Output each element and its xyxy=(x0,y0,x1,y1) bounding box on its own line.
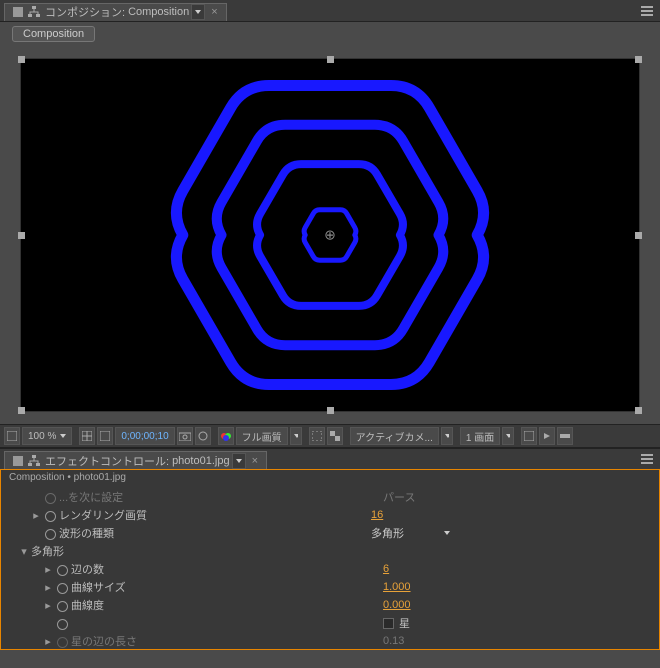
viewmode-dropdown-arrow[interactable] xyxy=(502,427,514,445)
prop-value[interactable]: 16 xyxy=(371,509,383,521)
stopwatch-icon[interactable] xyxy=(56,618,67,629)
stopwatch-icon[interactable] xyxy=(44,510,55,521)
prop-row-curvature: ▸ 曲線度 0.000 xyxy=(1,596,659,614)
comp-tab[interactable]: コンポジション: Composition × xyxy=(4,3,227,21)
flowchart-icon xyxy=(27,455,41,467)
fx-tab-prefix: エフェクトコントロール: xyxy=(45,453,169,469)
prop-value[interactable]: 1.000 xyxy=(383,581,411,593)
panel-menu-icon[interactable] xyxy=(638,451,656,467)
pixel-aspect-icon[interactable] xyxy=(521,427,537,445)
prop-value: 0.13 xyxy=(383,635,404,647)
timeline-icon[interactable] xyxy=(557,427,573,445)
twirl-icon[interactable]: ▾ xyxy=(19,545,29,558)
prop-row-wave-type: ▸波形の種類 多角形 xyxy=(1,524,659,542)
stopwatch-icon[interactable] xyxy=(56,564,67,575)
viewmode-dropdown[interactable]: 1 画面 xyxy=(460,427,500,445)
comp-panel-tabbar: コンポジション: Composition × xyxy=(0,0,660,22)
stopwatch-icon[interactable] xyxy=(44,492,55,503)
mask-icon[interactable] xyxy=(97,427,113,445)
handle-bl[interactable] xyxy=(18,407,25,414)
twirl-icon[interactable]: ▸ xyxy=(43,581,53,594)
prop-row-render-quality: ▸ レンダリング画質 16 xyxy=(1,506,659,524)
twirl-icon[interactable]: ▸ xyxy=(31,509,41,522)
handle-tr[interactable] xyxy=(635,56,642,63)
zoom-dropdown[interactable]: 100 % xyxy=(22,427,72,445)
viewer-canvas[interactable]: ⊕ xyxy=(20,58,640,412)
fx-tab[interactable]: エフェクトコントロール: photo01.jpg × xyxy=(4,451,267,469)
snapshot-icon[interactable] xyxy=(177,427,193,445)
anchor-icon: ⊕ xyxy=(324,227,336,244)
always-preview-icon[interactable] xyxy=(4,427,20,445)
fast-preview-icon[interactable] xyxy=(539,427,555,445)
prop-label: レンダリング画質 xyxy=(59,507,147,523)
comp-tab-prefix: コンポジション: xyxy=(45,4,125,20)
group-label: 多角形 xyxy=(31,543,64,559)
prop-value-dropdown[interactable]: 多角形 xyxy=(371,525,450,541)
twirl-icon[interactable]: ▸ xyxy=(43,563,53,576)
channel-icon[interactable] xyxy=(218,427,234,445)
prop-row-curve-size: ▸ 曲線サイズ 1.000 xyxy=(1,578,659,596)
timecode[interactable]: 0;00;00;10 xyxy=(115,427,174,445)
handle-bm[interactable] xyxy=(327,407,334,414)
prop-value[interactable]: 6 xyxy=(383,563,389,575)
handle-tl[interactable] xyxy=(18,56,25,63)
handle-mr[interactable] xyxy=(635,232,642,239)
roi-icon[interactable] xyxy=(309,427,325,445)
prop-label: 曲線度 xyxy=(71,597,104,613)
fx-panel-tabbar: エフェクトコントロール: photo01.jpg × xyxy=(0,448,660,470)
prop-label: ...を次に設定 xyxy=(59,489,123,505)
prop-label: 星 xyxy=(399,615,410,631)
star-checkbox[interactable] xyxy=(383,618,394,629)
stopwatch-icon[interactable] xyxy=(56,636,67,647)
prop-row-sides: ▸ 辺の数 6 xyxy=(1,560,659,578)
quality-dropdown-arrow[interactable] xyxy=(290,427,302,445)
fx-breadcrumb: Composition • photo01.jpg xyxy=(1,470,659,488)
show-snapshot-icon[interactable] xyxy=(195,427,211,445)
quality-dropdown[interactable]: フル画質 xyxy=(236,427,288,445)
prop-value[interactable]: パース xyxy=(383,489,415,505)
prop-group-polygon: ▾多角形 xyxy=(1,542,659,560)
handle-tm[interactable] xyxy=(327,56,334,63)
grid-icon[interactable] xyxy=(79,427,95,445)
stopwatch-icon[interactable] xyxy=(44,528,55,539)
twirl-icon[interactable]: ▸ xyxy=(43,599,53,612)
handle-ml[interactable] xyxy=(18,232,25,239)
comp-icon xyxy=(13,7,23,17)
camera-dropdown-arrow[interactable] xyxy=(441,427,453,445)
prop-label: 曲線サイズ xyxy=(71,579,126,595)
composition-viewer[interactable]: ⊕ xyxy=(0,46,660,424)
prop-label: 波形の種類 xyxy=(59,525,114,541)
comp-tab-name: Composition xyxy=(128,6,189,18)
fx-tab-layer: photo01.jpg xyxy=(172,455,230,467)
comp-tab-dropdown[interactable] xyxy=(191,4,205,20)
camera-dropdown[interactable]: アクティブカメ... xyxy=(350,427,439,445)
prop-label: 星の辺の長さ xyxy=(71,633,137,649)
breadcrumb-item[interactable]: Composition xyxy=(12,26,95,42)
stopwatch-icon[interactable] xyxy=(56,600,67,611)
prop-row-star-length: ▸ 星の辺の長さ 0.13 xyxy=(1,632,659,650)
flowchart-icon xyxy=(27,6,41,18)
fx-icon xyxy=(13,456,23,466)
twirl-icon[interactable]: ▸ xyxy=(43,635,53,648)
close-icon[interactable]: × xyxy=(211,6,217,18)
close-icon[interactable]: × xyxy=(252,455,258,467)
prop-row-truncated: ...を次に設定 パース xyxy=(1,488,659,506)
prop-value[interactable]: 0.000 xyxy=(383,599,411,611)
comp-breadcrumb-bar: Composition xyxy=(0,22,660,46)
transparency-icon[interactable] xyxy=(327,427,343,445)
stopwatch-icon[interactable] xyxy=(56,582,67,593)
prop-row-star: ▸ 星 xyxy=(1,614,659,632)
viewer-toolbar: 100 % 0;00;00;10 フル画質 アクティブカメ... 1 画面 xyxy=(0,424,660,448)
handle-br[interactable] xyxy=(635,407,642,414)
panel-menu-icon[interactable] xyxy=(638,3,656,19)
fx-tab-dropdown[interactable] xyxy=(232,453,246,469)
prop-label: 辺の数 xyxy=(71,561,104,577)
fx-panel-body: Composition • photo01.jpg ...を次に設定 パース ▸… xyxy=(0,470,660,650)
